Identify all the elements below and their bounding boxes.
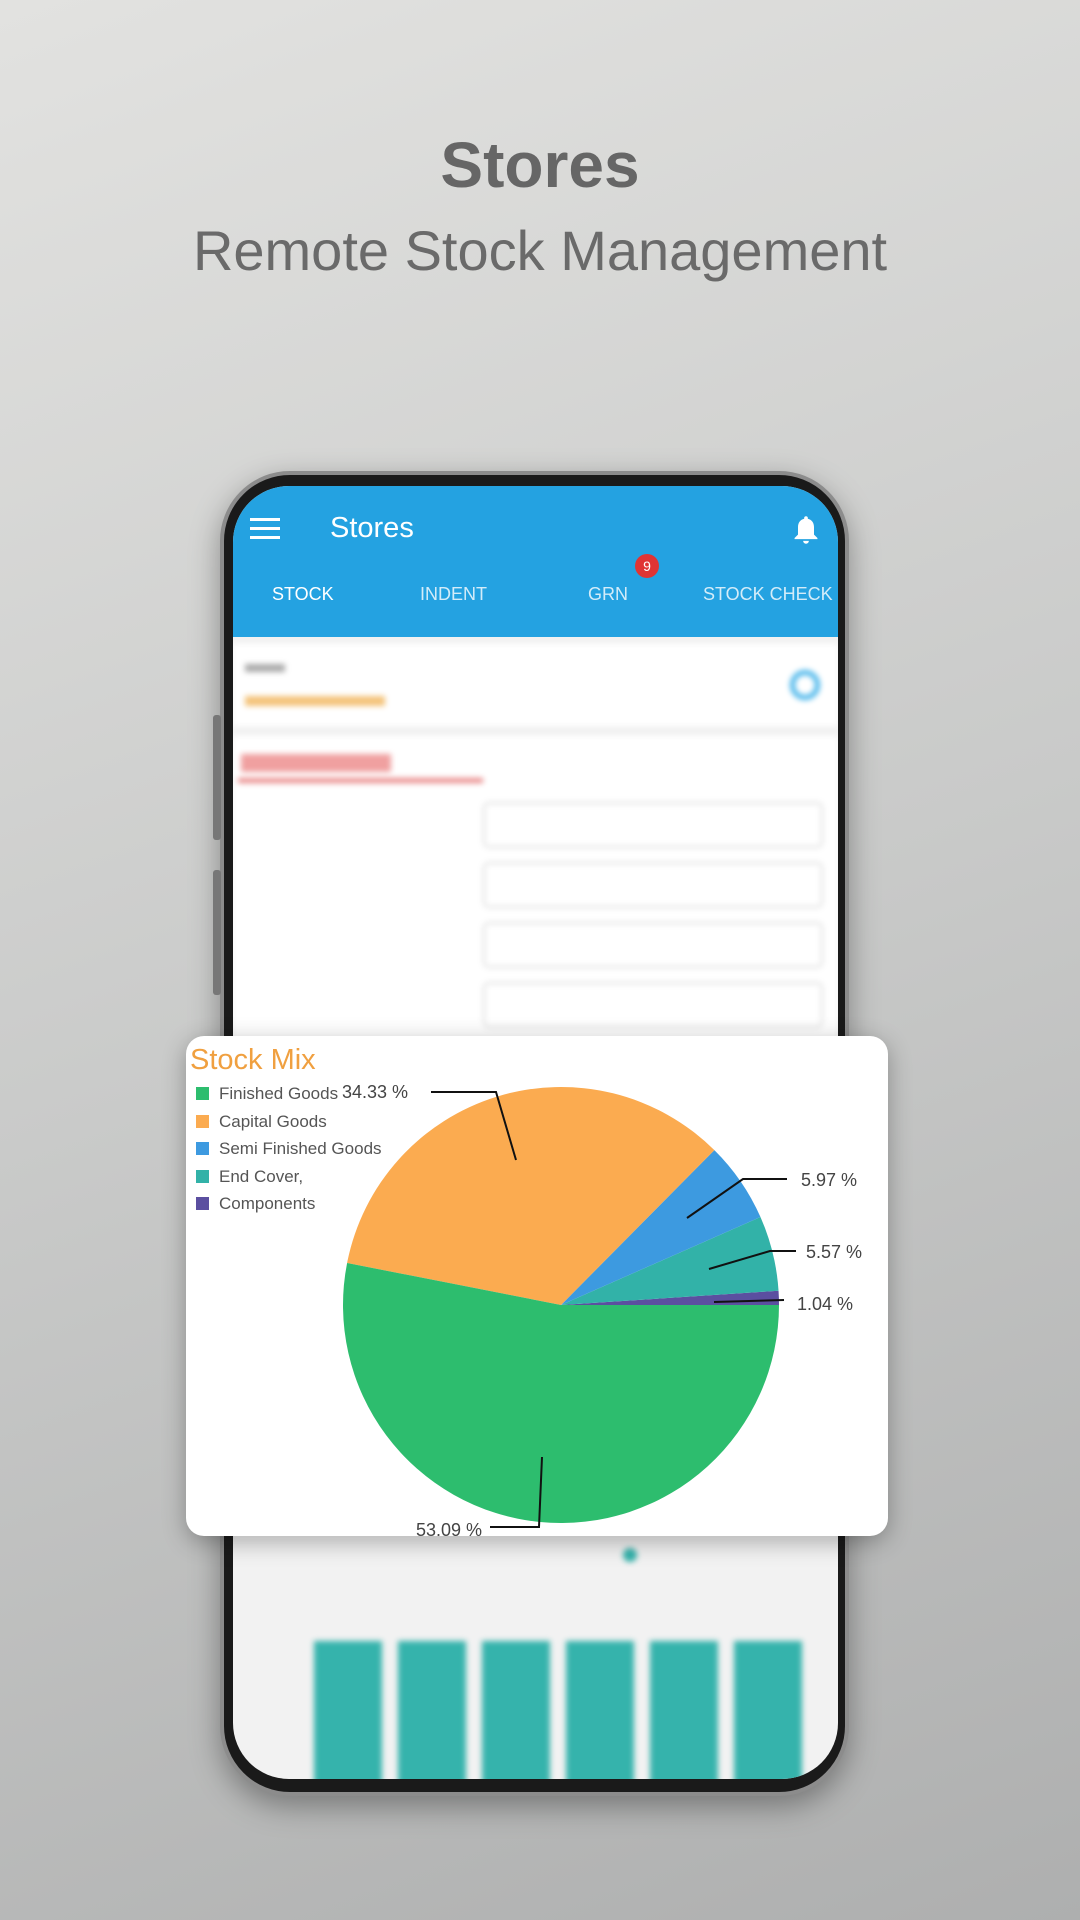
app-title: Stores: [330, 512, 414, 544]
phone-volume-button: [213, 715, 221, 840]
stock-mix-card: Stock Mix Finished Goods Capital Goods Sem…: [186, 1036, 888, 1536]
hero-subtitle: Remote Stock Management: [192, 219, 888, 282]
tab-grn[interactable]: GRN: [588, 584, 628, 605]
data-label: 5.57 %: [806, 1242, 862, 1262]
tab-stock-check[interactable]: STOCK CHECK: [703, 584, 833, 605]
app-bar: Stores STOCK INDENT GRN 9 STOCK CHECK: [233, 486, 838, 637]
bar: [482, 1641, 550, 1779]
grn-badge: 9: [635, 554, 659, 578]
phone-power-button: [213, 870, 221, 995]
bar: [398, 1641, 466, 1779]
bar: [566, 1641, 634, 1779]
hamburger-menu-icon[interactable]: [250, 518, 280, 540]
bell-icon[interactable]: [792, 514, 820, 546]
data-label: 53.09 %: [416, 1520, 482, 1536]
data-label: 1.04 %: [797, 1294, 853, 1314]
bar: [734, 1641, 802, 1779]
bar: [650, 1641, 718, 1779]
tab-indent[interactable]: INDENT: [420, 584, 487, 605]
pie-chart: 53.09 % 34.33 % 5.97 % 5.57 % 1.04 %: [342, 1082, 862, 1536]
data-label: 5.97 %: [801, 1170, 857, 1190]
refresh-icon[interactable]: [790, 670, 820, 700]
data-label: 34.33 %: [342, 1082, 408, 1102]
hero-title: Stores: [440, 129, 640, 201]
tab-stock[interactable]: STOCK: [272, 584, 334, 605]
bar: [314, 1641, 382, 1779]
info-card: [233, 644, 838, 726]
